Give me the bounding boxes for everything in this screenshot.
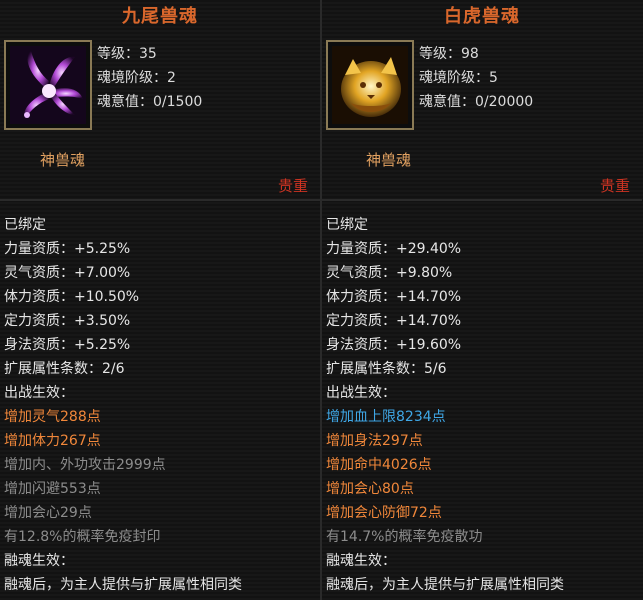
attribute-focus: 定力资质：+14.70% — [326, 313, 462, 329]
battle-effect: 增加会心防御72点 — [326, 505, 442, 521]
battle-effect: 增加灵气288点 — [4, 409, 101, 425]
soul-comparison-view: 九尾兽魂 等级：35 魂境阶级：2 魂意值：0/1500 神兽魂 贵重 已绑定 … — [0, 0, 643, 600]
attribute-agility: 身法资质：+5.25% — [4, 337, 131, 353]
soul-level: 等级：98 — [419, 46, 479, 62]
bound-status: 已绑定 — [326, 217, 368, 233]
nine-tail-fox-portrait[interactable] — [4, 40, 92, 130]
soul-panel-nine-tail: 九尾兽魂 等级：35 魂境阶级：2 魂意值：0/1500 神兽魂 贵重 已绑定 … — [0, 0, 320, 600]
battle-effect: 增加会心29点 — [4, 505, 92, 521]
extended-attribute-count: 扩展属性条数：2/6 — [4, 361, 125, 377]
attribute-focus: 定力资质：+3.50% — [4, 313, 131, 329]
fusion-effects-header: 融魂生效： — [326, 553, 396, 569]
soul-level: 等级：35 — [97, 46, 157, 62]
attribute-stamina: 体力资质：+10.50% — [4, 289, 140, 305]
battle-effect: 增加闪避553点 — [4, 481, 101, 497]
battle-effects-header: 出战生效： — [4, 385, 74, 401]
soul-stats: 等级：98 魂境阶级：5 魂意值：0/20000 — [419, 42, 533, 114]
attribute-spirit: 灵气资质：+9.80% — [326, 265, 453, 281]
battle-effect: 有14.7%的概率免疫散功 — [326, 529, 483, 545]
soul-value: 魂意值：0/1500 — [97, 94, 203, 110]
battle-effect: 增加身法297点 — [326, 433, 423, 449]
battle-effect: 增加体力267点 — [4, 433, 101, 449]
battle-effects-header: 出战生效： — [326, 385, 396, 401]
soul-realm-stage: 魂境阶级：5 — [419, 70, 498, 86]
soul-kind: 神兽魂 — [40, 151, 86, 169]
divider — [322, 199, 642, 201]
soul-grade: 贵重 — [277, 177, 308, 195]
battle-effect: 增加血上限8234点 — [326, 409, 446, 425]
soul-value: 魂意值：0/20000 — [419, 94, 534, 110]
battle-effect: 增加命中4026点 — [326, 457, 432, 473]
soul-attribute-list: 已绑定 力量资质：+29.40% 灵气资质：+9.80% 体力资质：+14.70… — [326, 213, 564, 597]
soul-grade: 贵重 — [599, 177, 630, 195]
attribute-agility: 身法资质：+19.60% — [326, 337, 462, 353]
white-tiger-portrait[interactable] — [326, 40, 414, 130]
fusion-description: 融魂后，为主人提供与扩展属性相同类 — [326, 577, 564, 593]
soul-title: 九尾兽魂 — [122, 6, 198, 27]
soul-title: 白虎兽魂 — [444, 6, 520, 27]
soul-kind: 神兽魂 — [366, 151, 412, 169]
nine-tail-fox-icon — [10, 46, 86, 124]
soul-attribute-list: 已绑定 力量资质：+5.25% 灵气资质：+7.00% 体力资质：+10.50%… — [4, 213, 242, 597]
soul-stats: 等级：35 魂境阶级：2 魂意值：0/1500 — [97, 42, 202, 114]
extended-attribute-count: 扩展属性条数：5/6 — [326, 361, 447, 377]
battle-effect: 有12.8%的概率免疫封印 — [4, 529, 161, 545]
attribute-strength: 力量资质：+29.40% — [326, 241, 462, 257]
fusion-description: 融魂后，为主人提供与扩展属性相同类 — [4, 577, 242, 593]
soul-realm-stage: 魂境阶级：2 — [97, 70, 176, 86]
divider — [0, 199, 320, 201]
bound-status: 已绑定 — [4, 217, 46, 233]
battle-effect: 增加会心80点 — [326, 481, 414, 497]
attribute-spirit: 灵气资质：+7.00% — [4, 265, 131, 281]
battle-effect: 增加内、外功攻击2999点 — [4, 457, 166, 473]
soul-panel-white-tiger: 白虎兽魂 等级：98 魂境阶级：5 魂意值：0/20000 神兽魂 贵重 已绑定… — [322, 0, 642, 600]
fusion-effects-header: 融魂生效： — [4, 553, 74, 569]
attribute-strength: 力量资质：+5.25% — [4, 241, 131, 257]
attribute-stamina: 体力资质：+14.70% — [326, 289, 462, 305]
white-tiger-icon — [332, 46, 408, 124]
